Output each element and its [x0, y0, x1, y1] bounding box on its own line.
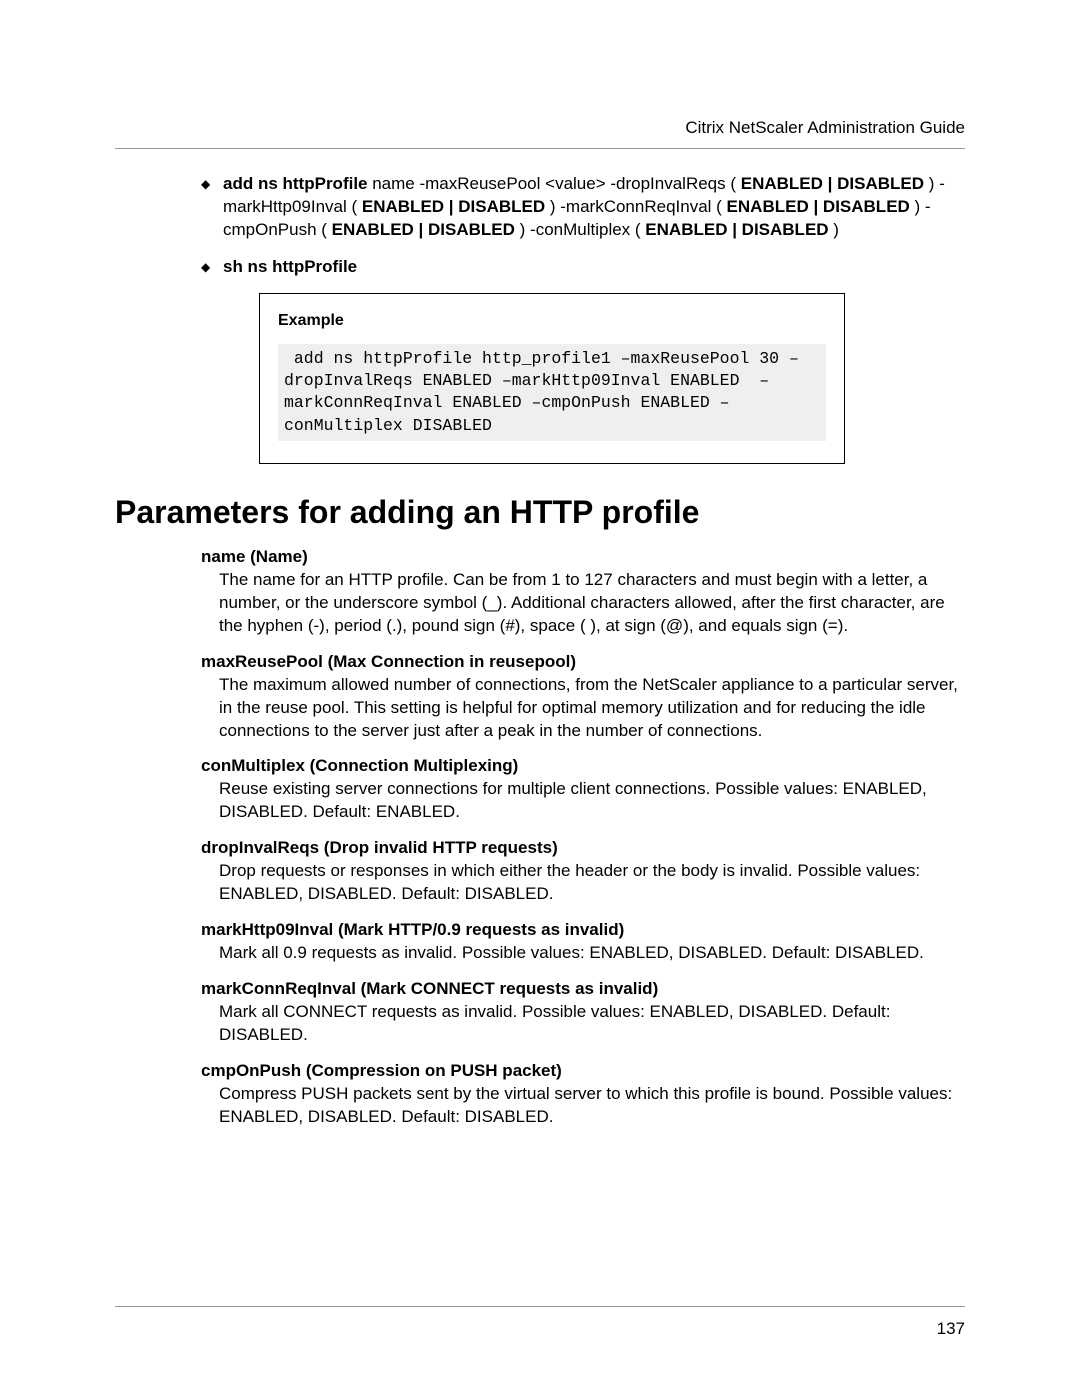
param-title: conMultiplex (Connection Multiplexing): [201, 756, 965, 776]
param-block: markHttp09Inval (Mark HTTP/0.9 requests …: [201, 920, 965, 965]
param-title: dropInvalReqs (Drop invalid HTTP request…: [201, 838, 965, 858]
footer-rule: [115, 1306, 965, 1307]
param-block: maxReusePool (Max Connection in reusepoo…: [201, 652, 965, 743]
param-block: cmpOnPush (Compression on PUSH packet)Co…: [201, 1061, 965, 1129]
example-label: Example: [278, 312, 826, 330]
param-description: The name for an HTTP profile. Can be fro…: [219, 569, 965, 638]
bullet-item-1: ◆ add ns httpProfile name -maxReusePool …: [201, 173, 965, 242]
param-block: markConnReqInval (Mark CONNECT requests …: [201, 979, 965, 1047]
param-title: cmpOnPush (Compression on PUSH packet): [201, 1061, 965, 1081]
bullet-item-2: ◆ sh ns httpProfile: [201, 256, 965, 279]
param-title: markHttp09Inval (Mark HTTP/0.9 requests …: [201, 920, 965, 940]
param-description: Mark all 0.9 requests as invalid. Possib…: [219, 942, 965, 965]
params-list: name (Name)The name for an HTTP profile.…: [201, 547, 965, 1129]
example-code: add ns httpProfile http_profile1 –maxReu…: [278, 344, 826, 441]
section-heading: Parameters for adding an HTTP profile: [115, 494, 965, 531]
param-description: Mark all CONNECT requests as invalid. Po…: [219, 1001, 965, 1047]
param-block: conMultiplex (Connection Multiplexing)Re…: [201, 756, 965, 824]
param-title: name (Name): [201, 547, 965, 567]
param-block: name (Name)The name for an HTTP profile.…: [201, 547, 965, 638]
page: Citrix NetScaler Administration Guide ◆ …: [0, 0, 1080, 1397]
bullet-1-text: add ns httpProfile name -maxReusePool <v…: [223, 173, 965, 242]
param-title: maxReusePool (Max Connection in reusepoo…: [201, 652, 965, 672]
example-box: Example add ns httpProfile http_profile1…: [259, 293, 845, 464]
body-content: ◆ add ns httpProfile name -maxReusePool …: [201, 173, 965, 464]
bullet-icon: ◆: [201, 173, 223, 195]
param-title: markConnReqInval (Mark CONNECT requests …: [201, 979, 965, 999]
param-block: dropInvalReqs (Drop invalid HTTP request…: [201, 838, 965, 906]
param-description: Drop requests or responses in which eith…: [219, 860, 965, 906]
header-rule: [115, 148, 965, 149]
running-header: Citrix NetScaler Administration Guide: [115, 118, 965, 138]
param-description: The maximum allowed number of connection…: [219, 674, 965, 743]
page-number: 137: [937, 1319, 965, 1339]
bullet-2-text: sh ns httpProfile: [223, 256, 357, 279]
bullet-icon: ◆: [201, 256, 223, 278]
param-description: Reuse existing server connections for mu…: [219, 778, 965, 824]
param-description: Compress PUSH packets sent by the virtua…: [219, 1083, 965, 1129]
